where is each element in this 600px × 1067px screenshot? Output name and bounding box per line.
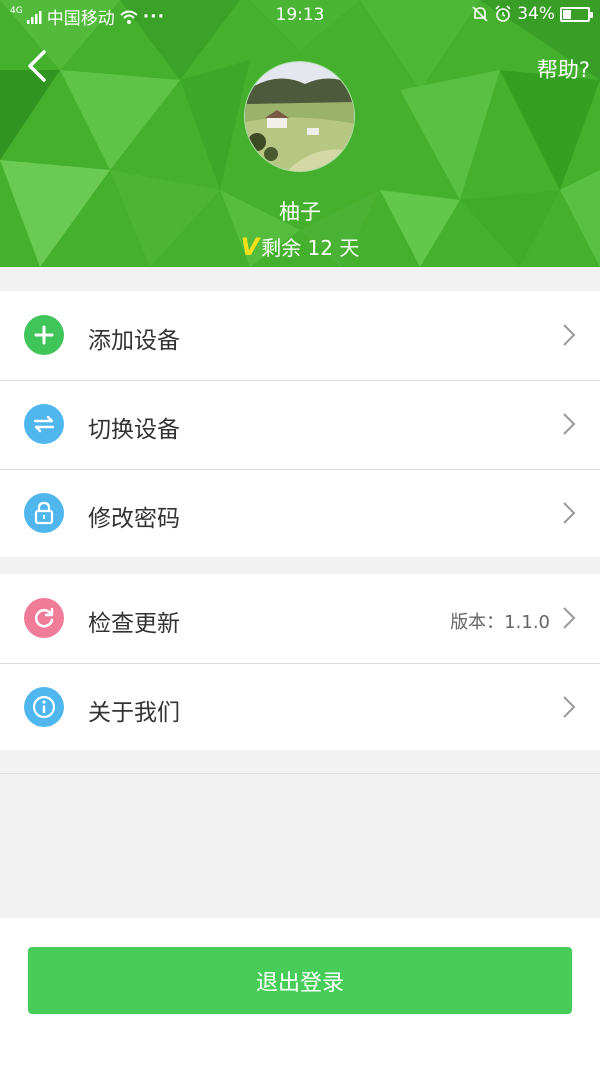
menu-item-label: 修改密码	[88, 506, 180, 532]
battery-percent: 34%	[517, 4, 555, 24]
menu-item-change-password[interactable]: 修改密码	[0, 469, 600, 558]
menu-item-label: 切换设备	[88, 417, 180, 443]
menu-item-about-us[interactable]: 关于我们	[0, 663, 600, 752]
menu-item-check-update[interactable]: 检查更新 版本：1.1.0	[0, 574, 600, 663]
profile-header: 4G 中国移动 ··· 19:13 34% 帮助? 柚子 V 剩余 12 天	[0, 0, 600, 267]
refresh-icon	[24, 598, 64, 638]
back-button[interactable]	[22, 46, 58, 86]
menu-item-label: 关于我们	[88, 700, 180, 726]
menu-group-app: 检查更新 版本：1.1.0 关于我们	[0, 574, 600, 750]
vip-remaining-text: 剩余 12 天	[261, 236, 360, 260]
avatar[interactable]	[244, 61, 355, 172]
section-divider	[0, 773, 600, 774]
vip-badge-icon: V	[240, 232, 260, 261]
battery-icon	[560, 6, 593, 22]
version-text: 版本：1.1.0	[450, 612, 550, 633]
status-right: 34%	[471, 4, 593, 24]
chevron-right-icon	[563, 324, 576, 346]
help-button[interactable]: 帮助?	[537, 54, 590, 84]
menu-item-label: 检查更新	[88, 611, 180, 637]
username: 柚子	[279, 200, 321, 224]
menu-item-switch-device[interactable]: 切换设备	[0, 380, 600, 469]
menu-group-devices: 添加设备 切换设备 修改密码	[0, 291, 600, 557]
battery-level	[563, 9, 572, 19]
alarm-icon	[495, 5, 511, 22]
chevron-right-icon	[563, 696, 576, 718]
vip-status: V 剩余 12 天	[0, 232, 600, 261]
menu-item-add-device[interactable]: 添加设备	[0, 291, 600, 380]
plus-icon	[24, 315, 64, 355]
status-bar: 4G 中国移动 ··· 19:13 34%	[0, 0, 600, 32]
logout-button[interactable]: 退出登录	[28, 947, 572, 1014]
lock-icon	[24, 493, 64, 533]
avatar-image	[245, 62, 354, 171]
menu-item-label: 添加设备	[88, 328, 180, 354]
info-icon	[24, 687, 64, 727]
switch-icon	[24, 404, 64, 444]
chevron-right-icon	[563, 607, 576, 629]
mute-bell-icon	[472, 6, 488, 22]
chevron-right-icon	[563, 502, 576, 524]
chevron-right-icon	[563, 413, 576, 435]
